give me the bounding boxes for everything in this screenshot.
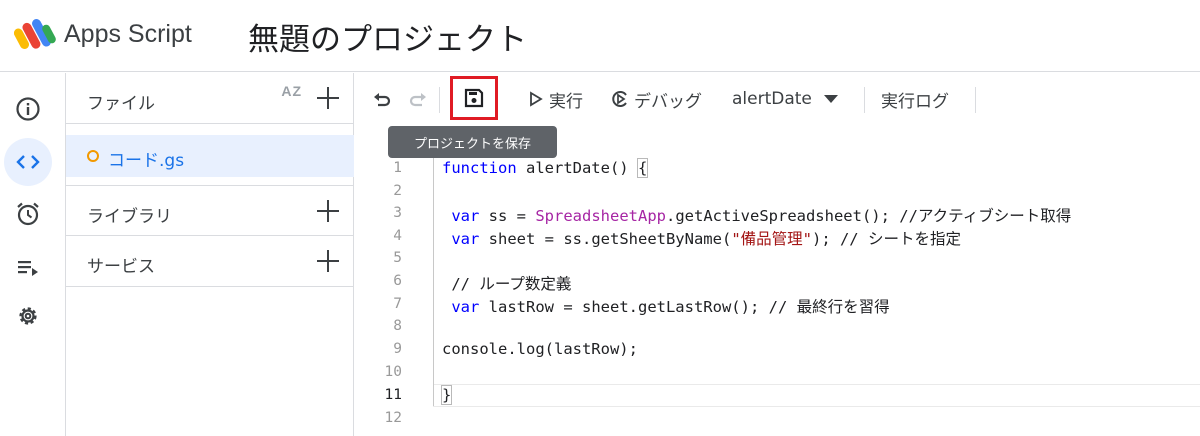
unsaved-dot-icon: [87, 150, 99, 162]
line-number: 1: [393, 160, 402, 176]
code-line: 4 var sheet = ss.getSheetByName("備品管理");…: [354, 226, 1200, 249]
project-title[interactable]: 無題のプロジェクト: [248, 14, 527, 59]
save-tooltip: プロジェクトを保存: [388, 126, 557, 158]
add-file-icon[interactable]: [316, 86, 340, 110]
code-text: var ss = SpreadsheetApp.getActiveSpreads…: [451, 207, 1072, 225]
dropdown-arrow-icon: [823, 95, 838, 103]
run-label: 実行: [549, 91, 583, 112]
code-line: 7 var lastRow = sheet.getLastRow(); // 最…: [354, 294, 1200, 317]
line-number: 12: [384, 410, 402, 426]
file-list-item[interactable]: コード.gs: [66, 135, 354, 177]
redo-icon: [409, 93, 426, 107]
play-icon: [530, 91, 543, 107]
executions-nav-button[interactable]: [4, 243, 52, 291]
toolbar-divider: [864, 87, 865, 113]
code-line: 12: [354, 408, 1200, 431]
sort-az-icon[interactable]: AZ: [281, 84, 302, 98]
code-text: function alertDate() {: [442, 158, 649, 178]
redo-button[interactable]: [408, 73, 428, 125]
files-section-header: ファイル AZ: [66, 73, 354, 124]
triggers-nav-button[interactable]: [4, 190, 52, 238]
left-nav-rail: [0, 73, 66, 436]
code-editor[interactable]: 1 function alertDate() { 2 3 var ss = Sp…: [354, 158, 1200, 436]
line-number: 8: [393, 318, 402, 334]
run-button[interactable]: 実行: [529, 73, 583, 125]
files-panel: ファイル AZ コード.gs ライブラリ サービス: [66, 73, 354, 436]
line-number: 7: [393, 296, 402, 312]
line-number: 4: [393, 228, 402, 244]
line-number: 10: [384, 364, 402, 380]
libraries-section-header: ライブラリ: [66, 185, 354, 236]
execution-log-label: 実行ログ: [881, 91, 949, 112]
services-label: サービス: [87, 257, 155, 277]
overview-nav-button[interactable]: [4, 85, 52, 133]
code-text: var lastRow = sheet.getLastRow(); // 最終行…: [451, 298, 890, 316]
code-line: 6 // ループ数定義: [354, 271, 1200, 294]
line-number: 5: [393, 250, 402, 266]
add-service-icon[interactable]: [316, 249, 340, 273]
files-label: ファイル: [87, 94, 155, 114]
line-number: 2: [393, 183, 402, 199]
code-line: 3 var ss = SpreadsheetApp.getActiveSprea…: [354, 203, 1200, 226]
gear-icon: [19, 307, 37, 325]
debug-icon: [612, 91, 627, 107]
code-line: 9 console.log(lastRow);: [354, 339, 1200, 362]
code-line: 11 }: [354, 385, 1200, 408]
code-line: 8: [354, 316, 1200, 339]
code-line: 1 function alertDate() {: [354, 158, 1200, 181]
editor-toolbar: 実行 デバッグ alertDate 実行ログ: [354, 73, 1200, 125]
file-name: コード.gs: [108, 151, 185, 171]
function-selector[interactable]: alertDate: [732, 73, 839, 125]
code-icon: [16, 155, 40, 169]
line-number: 6: [393, 273, 402, 289]
debug-button[interactable]: デバッグ: [610, 73, 702, 125]
code-line: 5: [354, 248, 1200, 271]
save-button[interactable]: [450, 76, 498, 120]
code-text: // ループ数定義: [442, 275, 572, 293]
undo-icon: [374, 93, 391, 107]
line-number: 3: [393, 205, 402, 221]
code-text: }: [440, 385, 453, 405]
code-line: 10: [354, 362, 1200, 385]
settings-nav-button[interactable]: [4, 292, 52, 340]
app-header: Apps Script 無題のプロジェクト: [0, 0, 1200, 72]
line-number: 9: [393, 341, 402, 357]
toolbar-divider: [439, 87, 440, 113]
line-number: 11: [384, 387, 402, 403]
apps-script-logo-icon[interactable]: [14, 16, 58, 50]
undo-button[interactable]: [372, 73, 392, 125]
function-name: alertDate: [732, 89, 812, 109]
save-icon: [464, 88, 484, 108]
debug-label: デバッグ: [634, 91, 702, 112]
services-section-header: サービス: [66, 236, 354, 287]
editor-nav-button[interactable]: [4, 138, 52, 186]
execution-log-button[interactable]: 実行ログ: [881, 73, 949, 125]
toolbar-divider: [975, 87, 976, 113]
app-name: Apps Script: [64, 20, 192, 48]
alarm-clock-icon: [17, 202, 39, 226]
code-text: console.log(lastRow);: [442, 340, 638, 358]
info-icon: [16, 97, 40, 121]
executions-icon: [18, 261, 38, 276]
add-library-icon[interactable]: [316, 199, 340, 223]
code-text: var sheet = ss.getSheetByName("備品管理"); /…: [451, 230, 961, 248]
libraries-label: ライブラリ: [87, 207, 172, 227]
code-line: 2: [354, 181, 1200, 204]
